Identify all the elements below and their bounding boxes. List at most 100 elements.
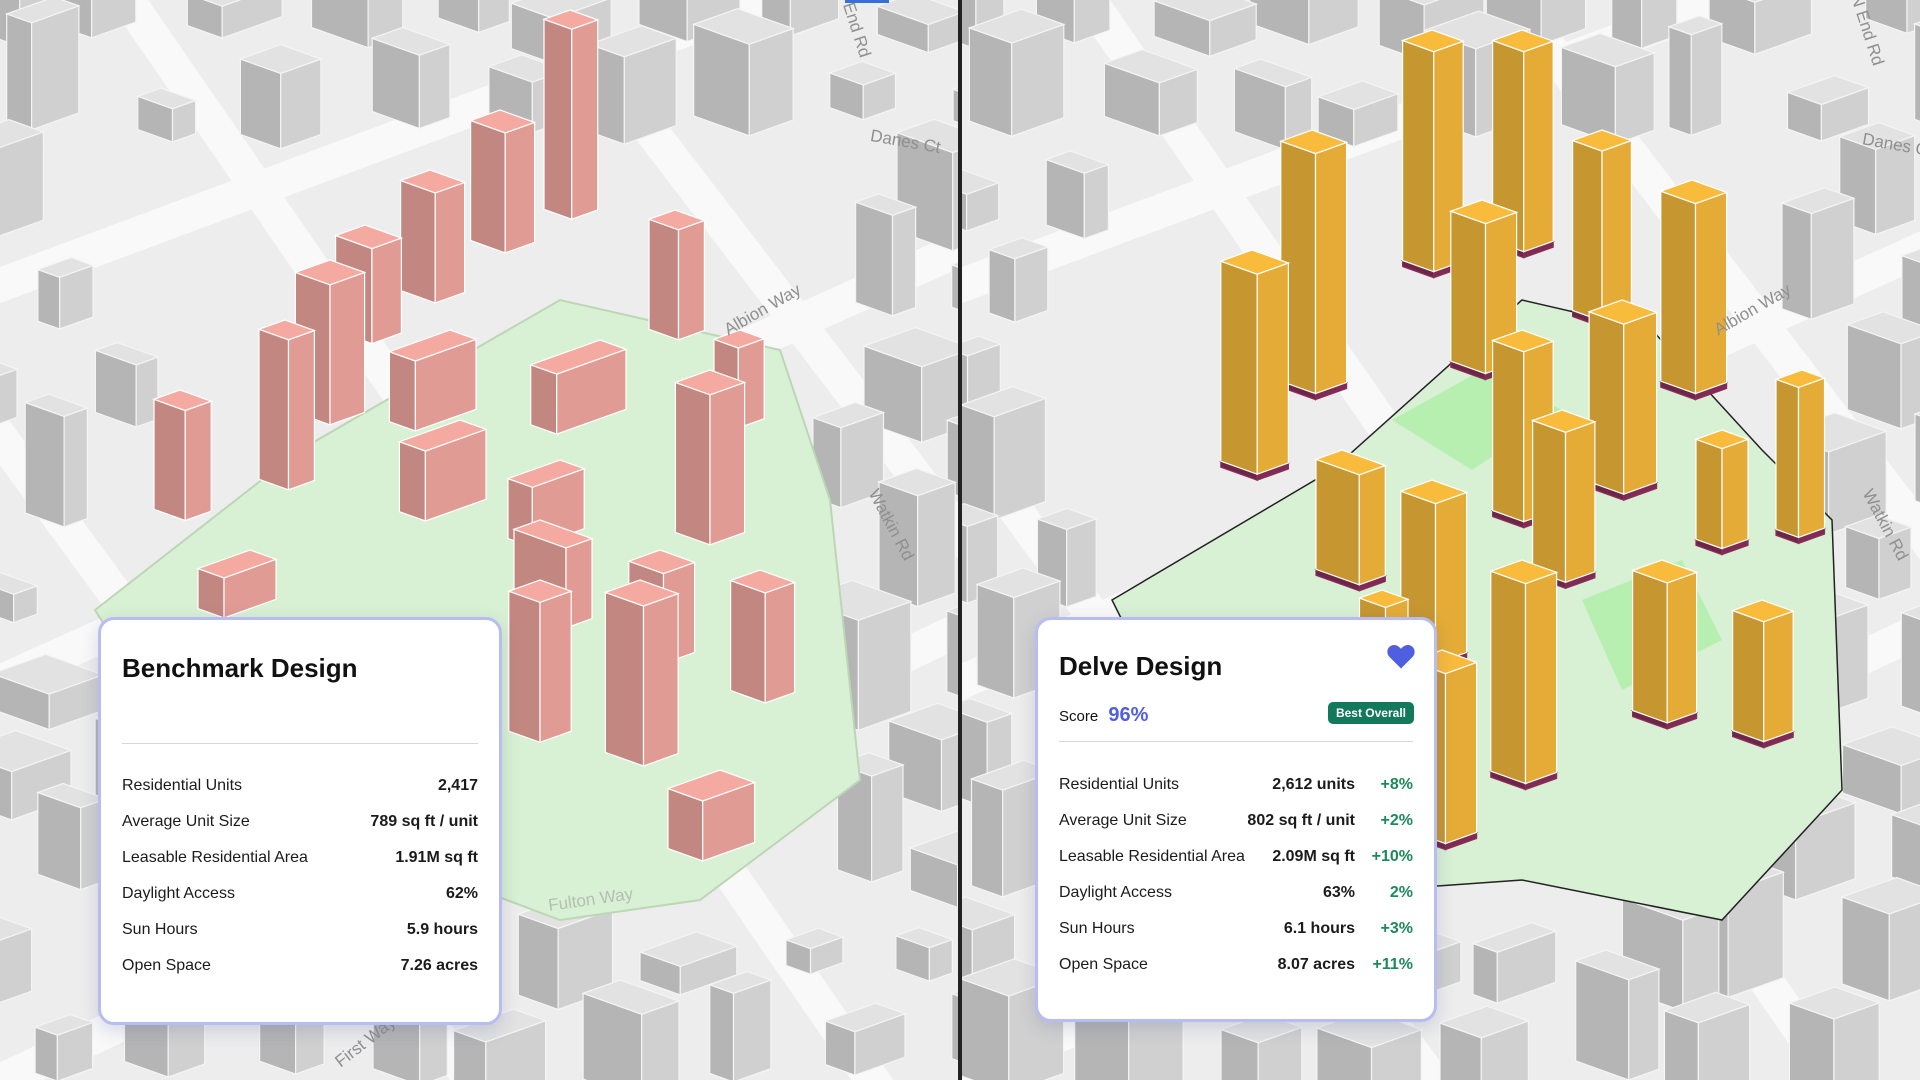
context-building (987, 237, 1050, 324)
context-building (36, 782, 108, 891)
score: Score 96% (1059, 704, 1148, 727)
context-building (23, 393, 90, 528)
benchmark-building (257, 319, 317, 491)
delve-building (1279, 129, 1349, 395)
metric-row: Leasable Residential Area 2.09M sq ft +10% (1059, 839, 1413, 875)
context-building (33, 1013, 95, 1080)
delve-building (1489, 559, 1559, 785)
benchmark-design-card[interactable]: Benchmark Design Residential Units 2,417 A… (98, 617, 502, 1025)
delve-building (1219, 249, 1291, 476)
context-building (708, 970, 773, 1080)
context-building (4, 0, 81, 131)
context-building (1559, 32, 1656, 145)
context-building (691, 7, 795, 137)
metric-delta: 2% (1389, 884, 1413, 901)
delve-building (1730, 599, 1795, 743)
benchmark-building (603, 579, 680, 767)
context-building (1780, 187, 1856, 321)
metric-value: 7.26 acres (400, 957, 478, 974)
metric-label: Average Unit Size (122, 813, 250, 830)
context-building (1912, 21, 1920, 122)
metric-row: Open Space 8.07 acres +11% (1059, 947, 1413, 983)
context-building (370, 26, 452, 130)
metric-row: Open Space 7.26 acres (122, 948, 478, 984)
metric-row: Average Unit Size 802 sq ft / unit +2% (1059, 803, 1413, 839)
context-building (36, 256, 95, 330)
metric-row: Leasable Residential Area 1.91M sq ft (122, 840, 478, 876)
metric-row: Residential Units 2,612 units +8% (1059, 767, 1413, 803)
metric-value: 2.09M sq ft (1272, 848, 1355, 865)
metrics-list: Residential Units 2,612 units +8% Average U… (1059, 767, 1413, 983)
metric-label: Average Unit Size (1059, 812, 1187, 829)
delve-building (1314, 449, 1388, 586)
context-building (93, 341, 160, 428)
context-building (1787, 986, 1881, 1080)
delve-design-card[interactable]: Delve Design Score 96% Best Overall Resi… (1035, 617, 1437, 1022)
metric-delta: +8% (1380, 776, 1413, 793)
context-building (1044, 150, 1111, 240)
metric-delta: +3% (1380, 920, 1413, 937)
context-building (1845, 311, 1920, 430)
context-building (587, 25, 678, 146)
metric-value: 2,612 units (1272, 776, 1355, 793)
context-building (1840, 876, 1920, 1002)
benchmark-building (666, 769, 757, 862)
metric-label: Daylight Access (122, 885, 235, 902)
card-title: Delve Design (1059, 651, 1223, 681)
context-building (1573, 949, 1661, 1080)
context-building (0, 118, 46, 237)
metric-label: Open Space (122, 957, 211, 974)
metric-row: Sun Hours 5.9 hours (122, 912, 478, 948)
delve-building (1530, 409, 1597, 584)
benchmark-building (647, 209, 707, 341)
benchmark-building (468, 109, 537, 254)
context-building (853, 193, 918, 317)
context-building (962, 385, 1048, 521)
card-title: Benchmark Design (122, 653, 358, 683)
metric-row: Average Unit Size 789 sq ft / unit (122, 804, 478, 840)
delve-building (1694, 429, 1750, 550)
best-overall-badge: Best Overall (1327, 702, 1414, 724)
metric-delta: +10% (1371, 848, 1413, 865)
context-building (828, 60, 898, 121)
metric-row: Sun Hours 6.1 hours +3% (1059, 911, 1413, 947)
benchmark-building (507, 579, 573, 744)
delve-building (1659, 179, 1729, 395)
metric-value: 63% (1322, 884, 1355, 901)
metric-delta: +2% (1380, 812, 1413, 829)
metric-value: 1.91M sq ft (395, 849, 478, 866)
benchmark-building (728, 569, 797, 704)
context-building (945, 606, 958, 697)
heart-icon[interactable] (1386, 642, 1416, 670)
benchmark-building (673, 369, 747, 546)
context-building (1667, 15, 1724, 137)
metric-label: Sun Hours (1059, 920, 1135, 937)
delve-building (1587, 299, 1659, 496)
metric-value: 5.9 hours (406, 921, 478, 938)
top-accent-bar (845, 0, 889, 3)
metric-value: 62% (445, 885, 478, 902)
metric-value: 6.1 hours (1283, 920, 1355, 937)
benchmark-building (398, 169, 467, 304)
metric-value: 789 sq ft / unit (370, 813, 478, 830)
metric-row: Residential Units 2,417 (122, 768, 478, 804)
metric-delta: +11% (1372, 956, 1413, 973)
metrics-list: Residential Units 2,417 Average Unit Size 7… (122, 768, 478, 984)
delve-building (1774, 369, 1827, 539)
metric-value: 8.07 acres (1277, 956, 1355, 973)
context-building (1913, 411, 1920, 504)
card-divider (122, 743, 478, 744)
score-label: Score (1059, 708, 1099, 725)
delve-building (1630, 559, 1699, 724)
metric-label: Sun Hours (122, 921, 198, 938)
metric-row: Daylight Access 62% (122, 876, 478, 912)
card-divider (1059, 741, 1413, 742)
score-value: 96% (1108, 704, 1149, 726)
context-building (967, 8, 1066, 138)
metric-row: Daylight Access 63% 2% (1059, 875, 1413, 911)
metric-label: Residential Units (122, 777, 243, 794)
context-building (1899, 605, 1920, 714)
delve-building (1570, 129, 1634, 322)
metric-label: Leasable Residential Area (122, 849, 308, 866)
metric-label: Open Space (1059, 956, 1148, 973)
